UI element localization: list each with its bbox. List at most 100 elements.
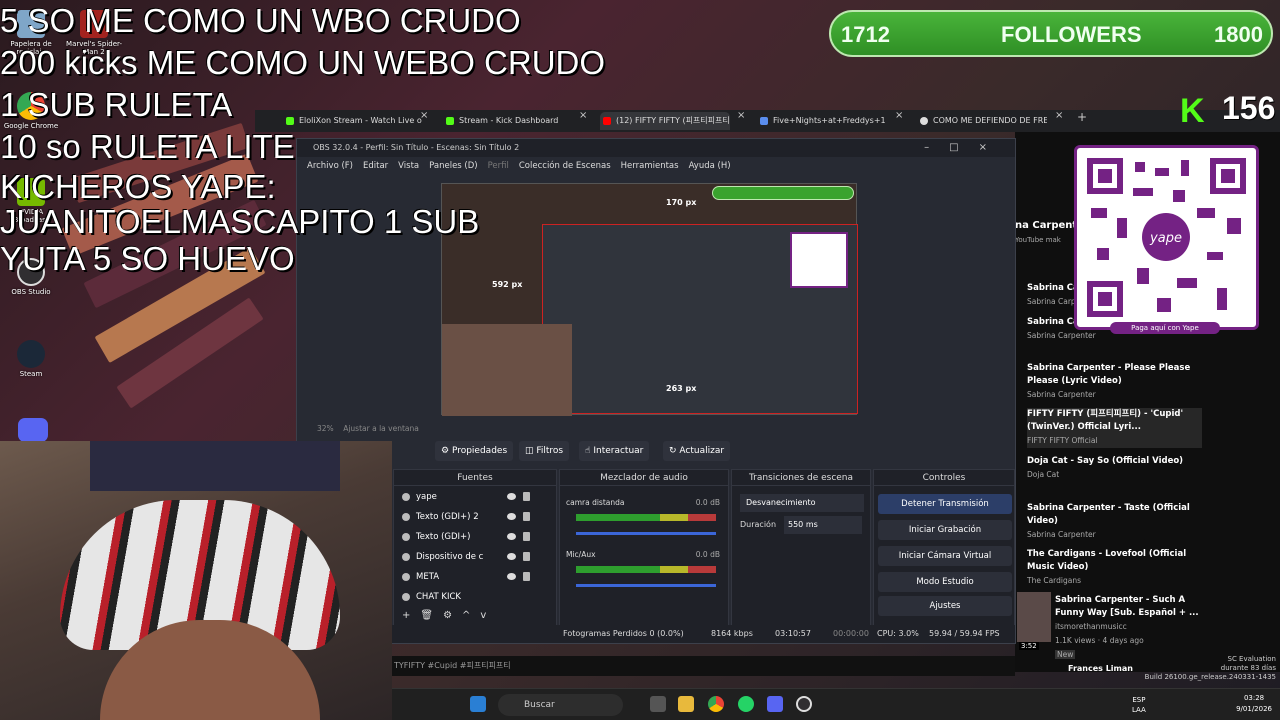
whatsapp-icon[interactable] [738, 696, 754, 712]
windows-start-icon[interactable] [470, 696, 486, 712]
followers-goal-bar: 1712 FOLLOWERS 1800 [829, 10, 1273, 57]
volume-slider[interactable] [576, 532, 716, 535]
refresh-label: Actualizar [679, 446, 725, 456]
eye-icon[interactable] [507, 493, 516, 500]
browser-tab[interactable]: Stream - Kick Dashboard [443, 112, 578, 130]
source-item[interactable]: CHAT KICK [400, 588, 540, 606]
language-indicator[interactable]: ESP LAA [1132, 695, 1146, 715]
video-channel: Sabrina Carpenter [1027, 530, 1096, 539]
steam-icon[interactable]: Steam [3, 340, 59, 378]
lock-icon[interactable] [523, 552, 530, 561]
menu-edit[interactable]: Editar [363, 161, 388, 171]
menu-profile[interactable]: Perfil [488, 161, 509, 171]
mixer-channel-name: camra distanda [566, 498, 625, 507]
controls-header: Controles [874, 470, 1014, 486]
transition-select[interactable]: Desvanecimiento [740, 494, 864, 512]
fps: 59.94 / 59.94 FPS [929, 629, 1000, 638]
file-explorer-icon[interactable] [678, 696, 694, 712]
lock-icon[interactable] [523, 492, 530, 501]
video-item[interactable]: Sabrina Carpenter - Please Please Please… [1027, 362, 1202, 402]
window-controls[interactable]: –□× [924, 142, 1007, 153]
video-channel: The Cardigans [1027, 576, 1081, 585]
source-item[interactable]: Dispositivo de c [400, 548, 540, 566]
interact-button[interactable]: ☝ Interactuar [579, 441, 650, 461]
video-channel: Sabrina Carpenter [1027, 390, 1096, 399]
video-thumbnail[interactable] [1017, 592, 1051, 642]
properties-label: Propiedades [451, 446, 508, 456]
source-item[interactable]: Texto (GDI+) 2 [400, 508, 540, 526]
duration-input[interactable]: 550 ms [784, 516, 862, 534]
menu-docks[interactable]: Paneles (D) [429, 161, 477, 171]
controls-dock: Controles Detener Transmisión Iniciar Gr… [873, 469, 1015, 643]
taskbar-clock[interactable]: 03:28 9/01/2026 [1236, 693, 1272, 715]
discord-icon[interactable] [18, 418, 48, 442]
browser-tab[interactable]: Five+Nights+at+Freddys+1 [757, 112, 887, 130]
browser-tab[interactable]: EloliXon Stream - Watch Live o [283, 112, 423, 130]
mixer-header: Mezclador de audio [560, 470, 728, 486]
filters-button[interactable]: ◫ Filtros [519, 441, 570, 461]
menu-file[interactable]: Archivo (F) [307, 161, 353, 171]
eval2: durante 83 días [1220, 664, 1276, 672]
zoom-level[interactable]: 32% [317, 424, 334, 433]
sources-header: Fuentes [394, 470, 556, 486]
menu-scenes[interactable]: Colección de Escenas [519, 161, 611, 171]
properties-button[interactable]: ⚙ Propiedades [435, 441, 514, 461]
audio-mixer-dock: Mezclador de audio camra distanda 0.0 dB… [559, 469, 729, 643]
browser-tab[interactable]: COMO ME DEFIENDO DE FRED [917, 112, 1047, 130]
close-icon[interactable]: × [420, 110, 428, 121]
chrome-taskbar-icon[interactable] [708, 696, 724, 712]
video-item[interactable]: Doja Cat - Say So (Official Video) Doja C… [1027, 455, 1202, 482]
new-tab-icon[interactable]: + [1077, 110, 1087, 124]
overlay-line: JUANITOELMASCAPITO 1 SUB [0, 203, 480, 240]
source-item[interactable]: yape [400, 488, 540, 506]
close-icon[interactable]: × [579, 110, 587, 121]
start-virtual-camera-button[interactable]: Iniciar Cámara Virtual [878, 546, 1012, 566]
menu-view[interactable]: Vista [398, 161, 419, 171]
obs-title-bar: OBS 32.0.4 - Perfil: Sin Título - Escena… [297, 139, 1015, 157]
video-item[interactable]: Sabrina Carpenter - Such A Funny Way [Su… [1055, 594, 1205, 662]
start-recording-button[interactable]: Iniciar Grabación [878, 520, 1012, 540]
refresh-button[interactable]: ↻ Actualizar [663, 441, 731, 461]
rec-timer: 00:00:00 [833, 629, 869, 638]
taskbar-search[interactable]: Buscar [498, 694, 623, 716]
menu-help[interactable]: Ayuda (H) [689, 161, 731, 171]
settings-button[interactable]: Ajustes [878, 596, 1012, 616]
stop-streaming-button[interactable]: Detener Transmisión [878, 494, 1012, 514]
discord-taskbar-icon[interactable] [767, 696, 783, 712]
obs-taskbar-icon[interactable] [796, 696, 812, 712]
video-item[interactable]: The Cardigans - Lovefool (Official Music… [1027, 548, 1202, 588]
source-item[interactable]: META [400, 568, 540, 586]
video-title: Sabrina Carpenter - Taste (Official Vide… [1027, 503, 1190, 526]
source-actions[interactable]: +🗑⚙^v [402, 610, 496, 621]
eye-icon[interactable] [507, 533, 516, 540]
close-icon[interactable]: × [1055, 110, 1063, 121]
browser-tab-active[interactable]: (12) FIFTY FIFTY (피프티피프티) [600, 112, 730, 130]
yape-pay-label: Paga aquí con Yape [1110, 322, 1220, 334]
lock-icon[interactable] [523, 532, 530, 541]
video-item-active[interactable]: FIFTY FIFTY (피프티피프티) - 'Cupid' (TwinVer.… [1027, 408, 1202, 448]
eye-icon[interactable] [507, 573, 516, 580]
volume-slider[interactable] [576, 584, 716, 587]
eye-icon[interactable] [507, 553, 516, 560]
studio-mode-button[interactable]: Modo Estudio [878, 572, 1012, 592]
source-label: Texto (GDI+) [416, 532, 471, 542]
browser-tab-strip: EloliXon Stream - Watch Live o × Stream … [255, 110, 1280, 132]
source-item[interactable]: Texto (GDI+) [400, 528, 540, 546]
lock-icon[interactable] [523, 512, 530, 521]
video-item[interactable]: Sabrina Carpenter - Taste (Official Vide… [1027, 502, 1202, 542]
lock-icon[interactable] [523, 572, 530, 581]
qr-icon: yape [1087, 158, 1246, 317]
task-view-icon[interactable] [650, 696, 666, 712]
tab-title: Stream - Kick Dashboard [459, 116, 559, 125]
overlay-line: 200 kicks ME COMO UN WEBO CRUDO [0, 44, 606, 81]
obs-preview-canvas[interactable]: 170 px 592 px 263 px [441, 183, 858, 416]
close-icon[interactable]: × [895, 110, 903, 121]
bitrate: 8164 kbps [711, 629, 753, 638]
windows-eval-watermark: SC Evaluation durante 83 días Build 26100.… [1145, 655, 1276, 682]
fit-window[interactable]: Ajustar a la ventana [343, 424, 419, 433]
video-title: FIFTY FIFTY (피프티피프티) - 'Cupid' (TwinVer.… [1027, 409, 1184, 432]
preview-zoom-bar: 32% Ajustar a la ventana [297, 422, 1015, 436]
menu-tools[interactable]: Herramientas [621, 161, 679, 171]
close-icon[interactable]: × [737, 110, 745, 121]
eye-icon[interactable] [507, 513, 516, 520]
